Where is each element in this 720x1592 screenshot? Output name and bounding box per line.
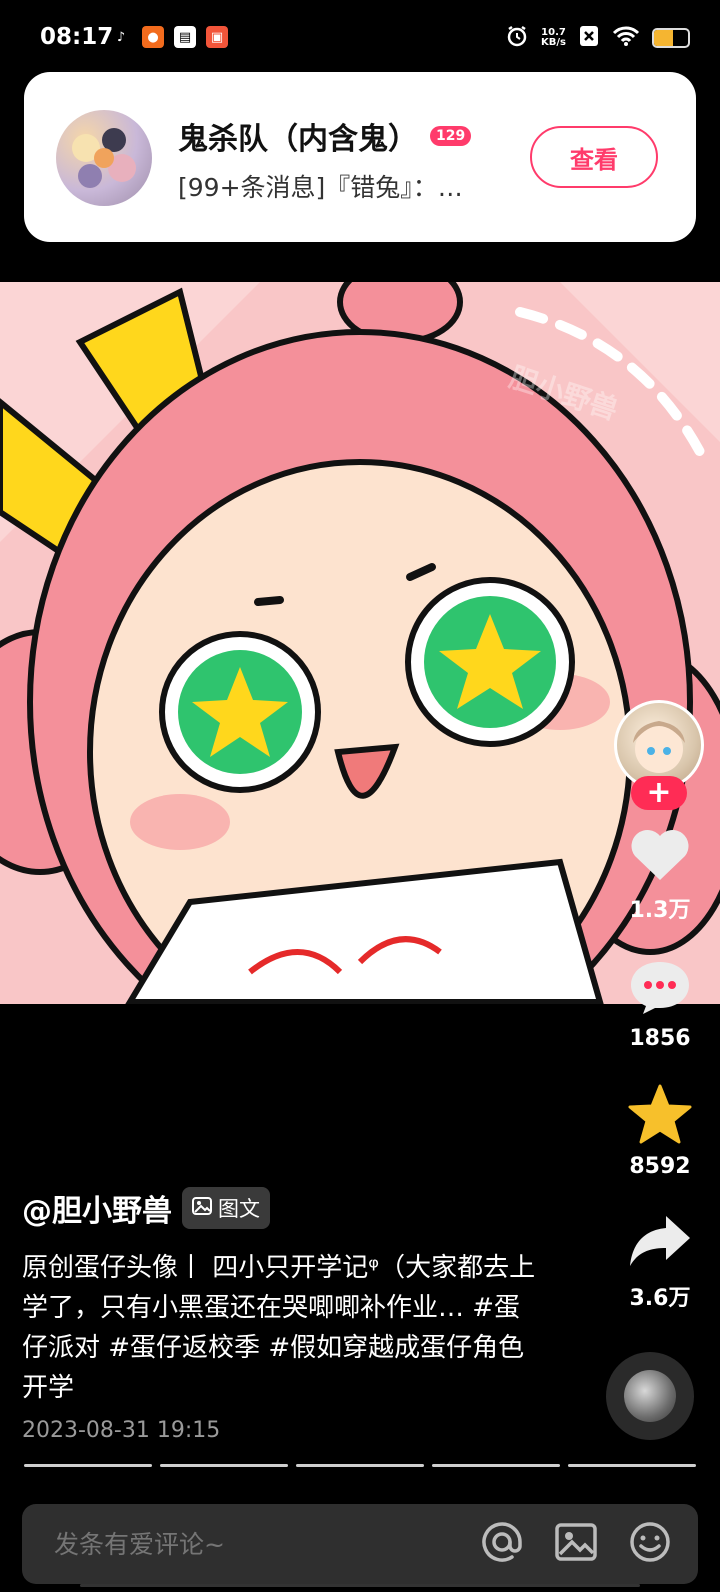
net-speed-unit: KB/s [541, 37, 566, 48]
comment-action[interactable]: 1856 [600, 958, 720, 1051]
progress-segment [296, 1464, 424, 1467]
post-type-label: 图文 [218, 1197, 260, 1221]
like-action[interactable]: 1.3万 [600, 826, 720, 924]
battery-icon [652, 28, 690, 48]
share-action[interactable]: 3.6万 [600, 1212, 720, 1312]
status-time: 08:17 [40, 24, 114, 50]
progress-segment [24, 1464, 152, 1467]
notification-title-row: 鬼杀队（内含鬼） 129 [178, 114, 472, 158]
calendar-icon: ▤ [174, 26, 196, 48]
emoji-icon[interactable] [628, 1520, 672, 1568]
heart-icon[interactable] [629, 826, 691, 886]
unread-badge: 129 [430, 126, 472, 146]
view-button[interactable]: 查看 [530, 126, 658, 188]
progress-segment [432, 1464, 560, 1467]
author-name[interactable]: @胆小野兽 [22, 1186, 172, 1230]
image-upload-icon[interactable] [554, 1520, 598, 1568]
comment-bar [22, 1504, 698, 1584]
music-disc-cover [624, 1370, 676, 1422]
post-type-tag: 图文 [182, 1187, 270, 1229]
share-count: 3.6万 [629, 1286, 691, 1311]
share-arrow-icon[interactable] [628, 1212, 692, 1274]
status-right: 10.7 KB/s [505, 24, 690, 52]
favorite-action[interactable]: 8592 [600, 1084, 720, 1179]
status-app-icons: ♪ ● ▤ ▣ [110, 26, 228, 48]
no-sim-icon [578, 24, 600, 52]
network-speed: 10.7 KB/s [541, 28, 566, 48]
status-bar: 08:17 ♪ ● ▤ ▣ 10.7 KB/s [0, 0, 720, 78]
post-date: 2023-08-31 19:15 [22, 1418, 221, 1443]
follow-button[interactable]: + [631, 776, 687, 810]
wifi-icon [612, 25, 640, 51]
battery-fill [654, 30, 673, 46]
progress-segment [160, 1464, 288, 1467]
comment-bar-icons [480, 1520, 672, 1568]
mention-icon[interactable] [480, 1520, 524, 1568]
weibo-icon: ● [142, 26, 164, 48]
comment-count: 1856 [629, 1026, 691, 1051]
alarm-icon [505, 24, 529, 52]
image-progress-indicator [24, 1464, 696, 1467]
favorite-count: 8592 [629, 1154, 691, 1179]
tiktok-icon: ♪ [116, 29, 126, 45]
music-disc[interactable] [606, 1352, 694, 1440]
progress-segment [568, 1464, 696, 1467]
image-icon [192, 1196, 212, 1220]
notification-message: [99+条消息]『错兔』：… [178, 173, 463, 202]
like-count: 1.3万 [629, 898, 691, 923]
comment-icon[interactable] [629, 958, 691, 1020]
app-notification-icon: ▣ [206, 26, 228, 48]
post-caption[interactable]: 原创蛋仔头像丨 四小只开学记ᵠ（大家都去上学了，只有小黑蛋还在哭唧唧补作业… #… [22, 1248, 542, 1408]
comment-input[interactable] [54, 1529, 480, 1559]
group-avatar [56, 110, 152, 206]
group-name: 鬼杀队（内含鬼） [178, 122, 418, 157]
gesture-bar [80, 1584, 640, 1587]
author-row: @胆小野兽 图文 [22, 1186, 270, 1230]
message-notification[interactable]: 鬼杀队（内含鬼） 129 [99+条消息]『错兔』：… 查看 [24, 72, 696, 242]
star-icon[interactable] [628, 1084, 692, 1148]
